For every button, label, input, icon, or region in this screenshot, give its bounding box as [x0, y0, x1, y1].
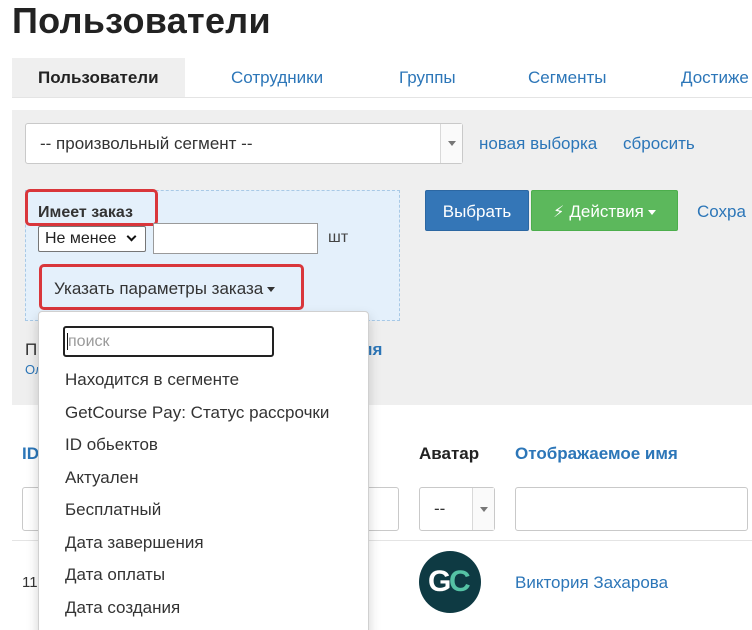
highlight-frame-order-params — [39, 264, 304, 310]
chevron-down-icon — [126, 231, 137, 242]
actions-button-label: Действия — [569, 202, 644, 221]
column-header-id[interactable]: ID — [22, 444, 39, 464]
dropdown-item[interactable]: Дата создания — [65, 598, 180, 618]
actions-button[interactable]: ⚡ Действия — [531, 190, 678, 231]
dropdown-search-input[interactable]: поиск — [63, 326, 274, 357]
segment-select-value: -- произвольный сегмент -- — [40, 134, 253, 153]
segment-select[interactable]: -- произвольный сегмент -- — [25, 123, 463, 164]
reset-link[interactable]: сбросить — [623, 134, 695, 154]
dropdown-item[interactable]: Дата оплаты — [65, 565, 165, 585]
select-button[interactable]: Выбрать — [425, 190, 529, 231]
dropdown-item[interactable]: Бесплатный — [65, 500, 161, 520]
tab-employees[interactable]: Сотрудники — [231, 58, 323, 97]
tab-segments[interactable]: Сегменты — [528, 58, 606, 97]
display-name-filter-input[interactable] — [515, 487, 748, 531]
save-link[interactable]: Сохра — [697, 202, 746, 222]
tab-groups[interactable]: Группы — [399, 58, 456, 97]
avatar-filter-select-arrow — [472, 488, 494, 530]
comparator-select-value: Не менее — [45, 230, 117, 247]
order-params-dropdown: поиск Находится в сегменте GetCourse Pay… — [38, 311, 369, 630]
caret-down-icon — [647, 210, 656, 216]
highlight-frame-condition-title — [25, 189, 158, 226]
column-header-avatar: Аватар — [419, 444, 480, 463]
dropdown-item[interactable]: GetCourse Pay: Статус рассрочки — [65, 403, 329, 423]
segment-select-arrow — [440, 124, 462, 163]
tab-users[interactable]: Пользователи — [12, 58, 185, 97]
column-header-display-name[interactable]: Отображаемое имя — [515, 444, 678, 464]
user-name-link[interactable]: Виктория Захарова — [515, 573, 668, 593]
dropdown-item[interactable]: ID обьектов — [65, 435, 158, 455]
new-selection-link[interactable]: новая выборка — [479, 134, 597, 154]
avatar-filter-select-value: -- — [434, 499, 446, 518]
dropdown-item[interactable]: Актуален — [65, 468, 138, 488]
page-title: Пользователи — [12, 0, 271, 41]
avatar[interactable]: G C — [419, 551, 481, 613]
avatar-letter-c: C — [449, 565, 471, 598]
dropdown-search-placeholder: поиск — [68, 333, 110, 350]
caret-down-icon — [480, 507, 488, 512]
order-count-input[interactable] — [153, 223, 318, 254]
dropdown-item[interactable]: Находится в сегменте — [65, 370, 239, 390]
comparator-select[interactable]: Не менее — [38, 226, 146, 252]
unit-label: шт — [328, 229, 349, 246]
avatar-letter-g: G — [428, 565, 452, 598]
avatar-filter-select[interactable]: -- — [419, 487, 495, 531]
lightning-icon: ⚡ — [553, 204, 565, 221]
caret-down-icon — [448, 141, 456, 146]
tabs-bar: Пользователи Сотрудники Группы Сегменты … — [12, 58, 752, 98]
dropdown-item[interactable]: Дата завершения — [65, 533, 204, 553]
tab-achievements[interactable]: Достиже — [681, 58, 749, 97]
